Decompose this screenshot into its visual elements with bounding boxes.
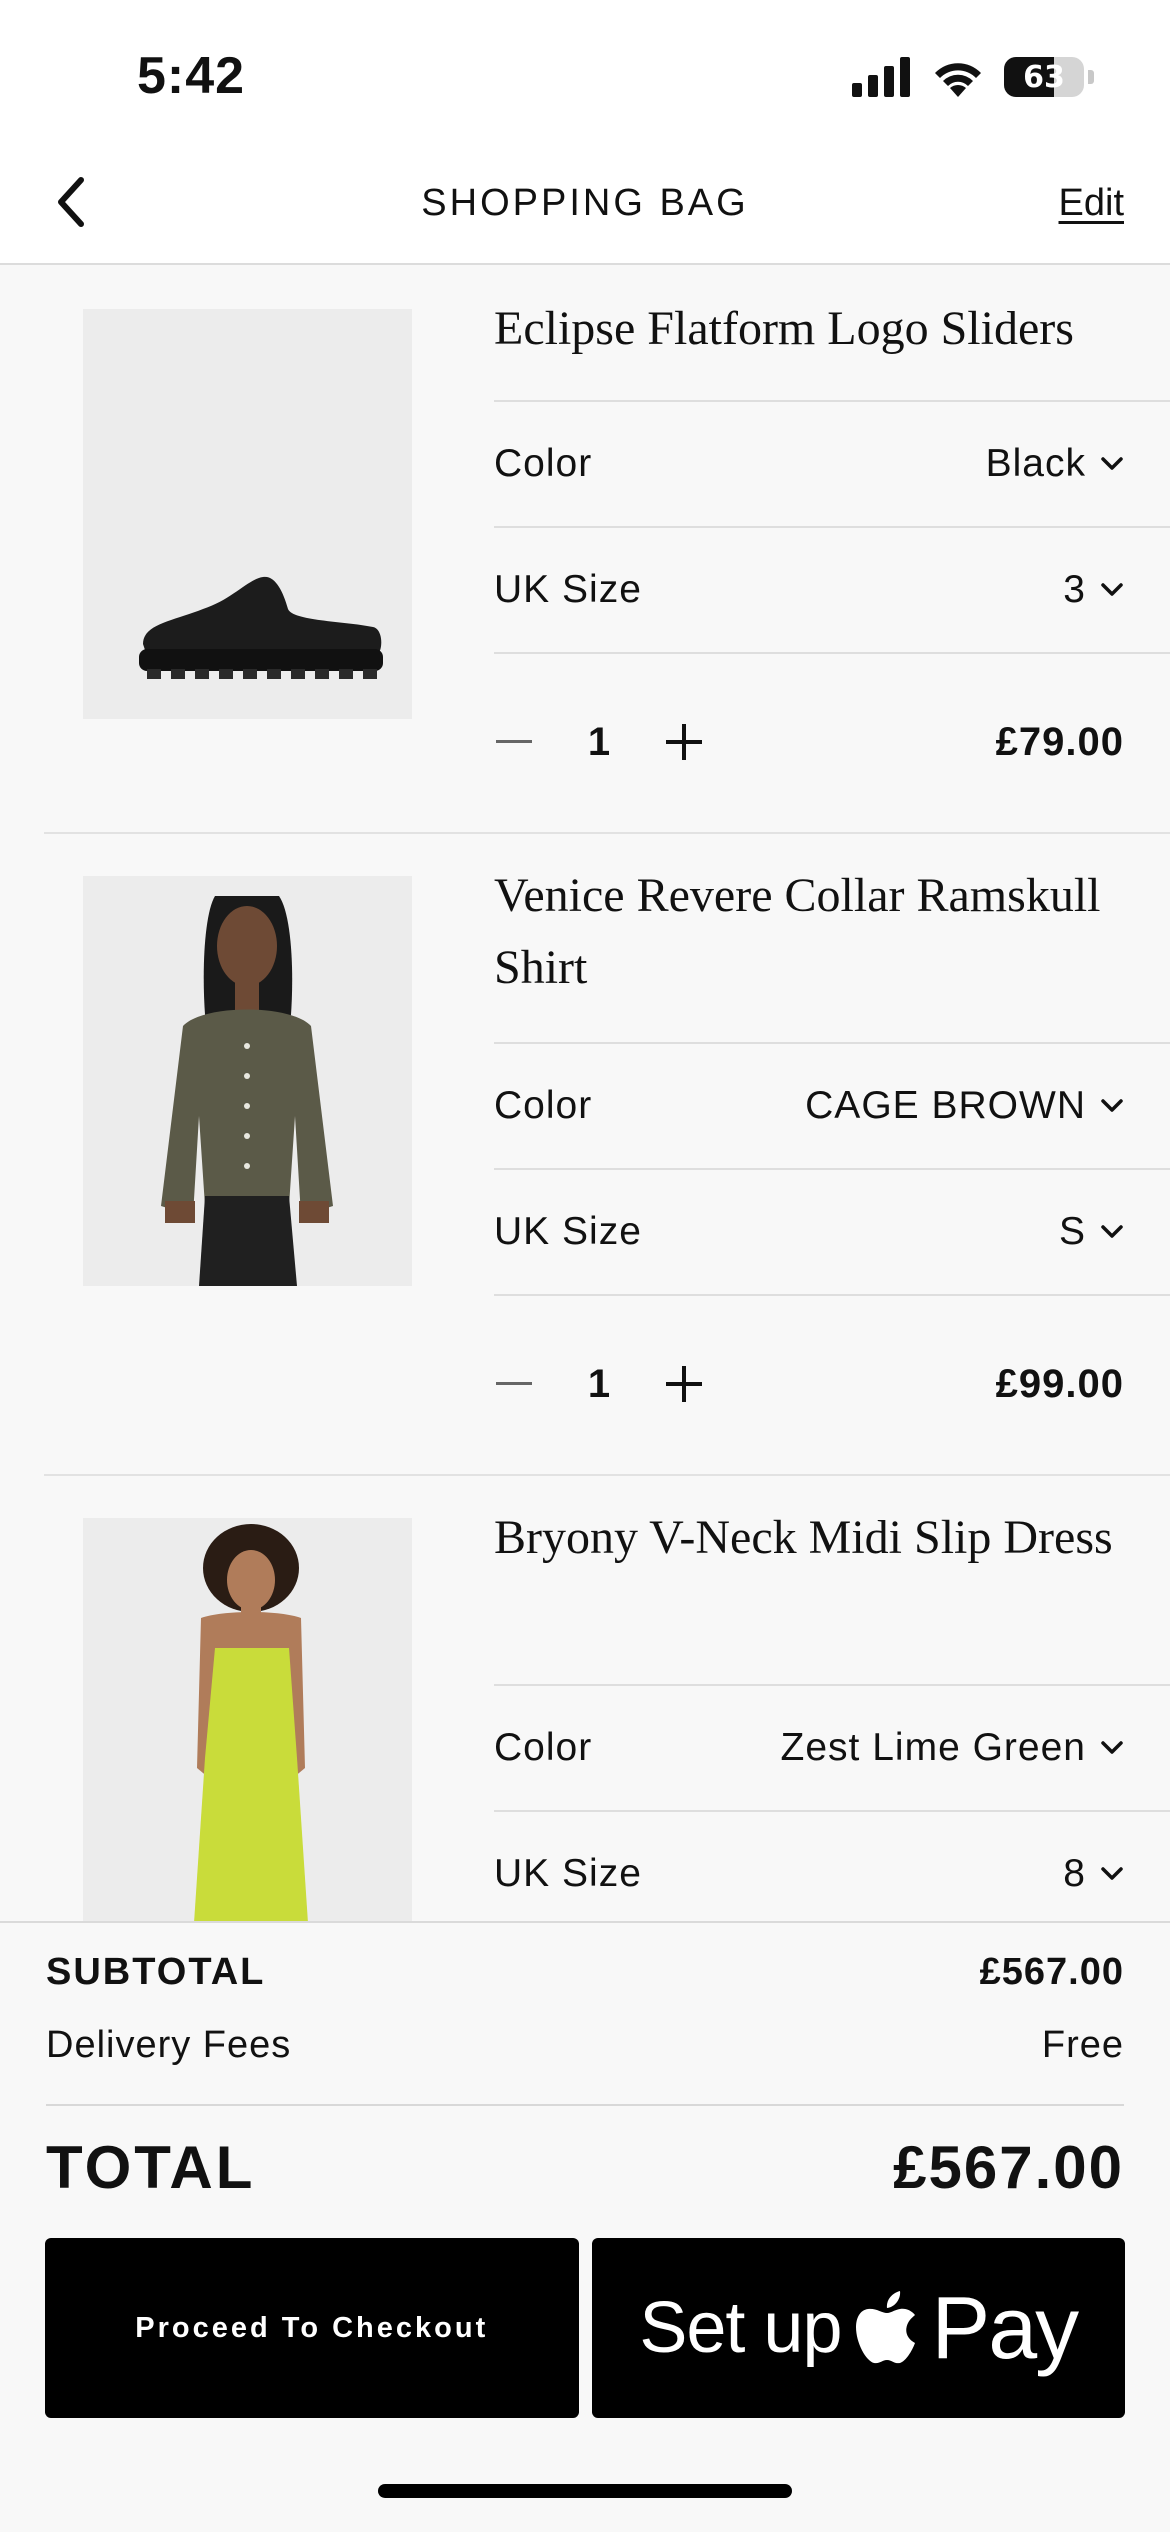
color-label: Color: [494, 1084, 593, 1127]
nav-header: SHOPPING BAG Edit: [0, 150, 1170, 265]
quantity-row: 1 £99.00: [494, 1294, 1170, 1472]
order-summary: SUBTOTAL £567.00 Delivery Fees Free TOTA…: [0, 1921, 1170, 2532]
decrease-quantity-button[interactable]: [494, 1364, 534, 1404]
color-value-text: Black: [985, 442, 1086, 485]
product-image-dress[interactable]: [83, 1518, 412, 1921]
item-details: Bryony V-Neck Midi Slip Dress Color Zest…: [494, 1476, 1170, 1921]
size-value: 8: [1063, 1852, 1124, 1896]
total-label: TOTAL: [46, 2134, 256, 2201]
color-value: Zest Lime Green: [781, 1726, 1124, 1770]
plus-icon: [666, 1366, 702, 1402]
setup-apple-pay-button[interactable]: Set up Pay: [591, 2238, 1125, 2418]
chevron-down-icon: [1101, 1741, 1123, 1754]
color-value-text: Zest Lime Green: [780, 1726, 1086, 1769]
bag-item-list[interactable]: Eclipse Flatform Logo Sliders Color Blac…: [0, 267, 1170, 1921]
chevron-down-icon: [1101, 1099, 1123, 1112]
product-name[interactable]: Venice Revere Collar Ramskull Shirt: [494, 834, 1170, 1042]
color-label: Color: [494, 442, 593, 485]
increase-quantity-button[interactable]: [664, 722, 704, 762]
item-details: Venice Revere Collar Ramskull Shirt Colo…: [494, 834, 1170, 1472]
item-price: £79.00: [995, 719, 1124, 764]
battery-icon: 63: [1004, 57, 1084, 97]
slider-shoe-image: [83, 309, 412, 719]
proceed-to-checkout-button[interactable]: Proceed To Checkout: [45, 2238, 579, 2418]
delivery-value: Free: [1041, 2024, 1124, 2066]
apple-pay-label: Pay: [931, 2278, 1080, 2377]
chevron-down-icon: [1101, 1867, 1123, 1880]
size-value: S: [1059, 1210, 1124, 1254]
edit-button[interactable]: Edit: [1059, 182, 1124, 225]
subtotal-value: £567.00: [979, 1951, 1124, 1993]
quantity-stepper: 1: [494, 720, 704, 765]
product-image-sliders[interactable]: [83, 309, 412, 719]
item-price: £99.00: [995, 1361, 1124, 1406]
home-indicator[interactable]: [378, 2484, 792, 2498]
chevron-down-icon: [1101, 457, 1123, 470]
battery-level: 63: [1023, 59, 1065, 95]
chevron-down-icon: [1101, 583, 1123, 596]
bag-item: Bryony V-Neck Midi Slip Dress Color Zest…: [44, 1474, 1170, 1921]
color-value: Black: [986, 442, 1124, 486]
page-title: SHOPPING BAG: [421, 182, 749, 224]
decrease-quantity-button[interactable]: [494, 722, 534, 762]
size-value: 3: [1063, 568, 1124, 612]
size-selector[interactable]: UK Size 3: [494, 526, 1170, 652]
plus-icon: [666, 724, 702, 760]
size-selector[interactable]: UK Size S: [494, 1168, 1170, 1294]
color-selector[interactable]: Color Zest Lime Green: [494, 1684, 1170, 1810]
dress-model-image: [83, 1518, 412, 1921]
chevron-down-icon: [1101, 1225, 1123, 1238]
action-buttons: Proceed To Checkout Set up Pay: [45, 2238, 1125, 2418]
status-bar: 5:42 63: [0, 0, 1170, 150]
checkout-label: Proceed To Checkout: [135, 2311, 489, 2344]
color-value: CAGE BROWN: [805, 1084, 1124, 1128]
minus-icon: [496, 740, 532, 743]
item-details: Eclipse Flatform Logo Sliders Color Blac…: [494, 267, 1170, 830]
apple-pay-setup-label: Set up: [639, 2288, 842, 2368]
status-icons: 63: [852, 54, 1094, 100]
color-label: Color: [494, 1726, 593, 1769]
color-value-text: CAGE BROWN: [805, 1084, 1086, 1127]
cellular-signal-icon: [852, 57, 910, 97]
minus-icon: [496, 1382, 532, 1385]
delivery-row: Delivery Fees Free: [46, 2024, 1124, 2067]
size-label: UK Size: [494, 1852, 642, 1895]
subtotal-row: SUBTOTAL £567.00: [46, 1951, 1124, 1994]
apple-logo-icon: [855, 2291, 915, 2364]
quantity-value: 1: [587, 719, 611, 764]
size-value-text: S: [1058, 1210, 1086, 1253]
quantity-stepper: 1: [494, 1362, 704, 1407]
battery-nub: [1088, 70, 1094, 84]
shirt-model-image: [83, 876, 412, 1286]
quantity-row: 1 £79.00: [494, 652, 1170, 830]
delivery-label: Delivery Fees: [46, 2024, 292, 2066]
size-label: UK Size: [494, 1210, 642, 1253]
size-value-text: 8: [1063, 1852, 1086, 1895]
product-image-shirt[interactable]: [83, 876, 412, 1286]
summary-divider: [46, 2104, 1124, 2106]
subtotal-label: SUBTOTAL: [46, 1951, 266, 1993]
bag-item: Eclipse Flatform Logo Sliders Color Blac…: [0, 267, 1170, 832]
color-selector[interactable]: Color CAGE BROWN: [494, 1042, 1170, 1168]
wifi-icon: [935, 63, 981, 97]
increase-quantity-button[interactable]: [664, 1364, 704, 1404]
product-name[interactable]: Eclipse Flatform Logo Sliders: [494, 267, 1170, 400]
bag-item: Venice Revere Collar Ramskull Shirt Colo…: [44, 832, 1170, 1474]
product-name[interactable]: Bryony V-Neck Midi Slip Dress: [494, 1476, 1170, 1684]
total-row: TOTAL £567.00: [46, 2133, 1124, 2202]
size-value-text: 3: [1063, 568, 1086, 611]
status-time: 5:42: [137, 47, 246, 105]
total-value: £567.00: [893, 2134, 1124, 2201]
size-label: UK Size: [494, 568, 642, 611]
size-selector[interactable]: UK Size 8: [494, 1810, 1170, 1921]
color-selector[interactable]: Color Black: [494, 400, 1170, 526]
quantity-value: 1: [587, 1361, 611, 1406]
